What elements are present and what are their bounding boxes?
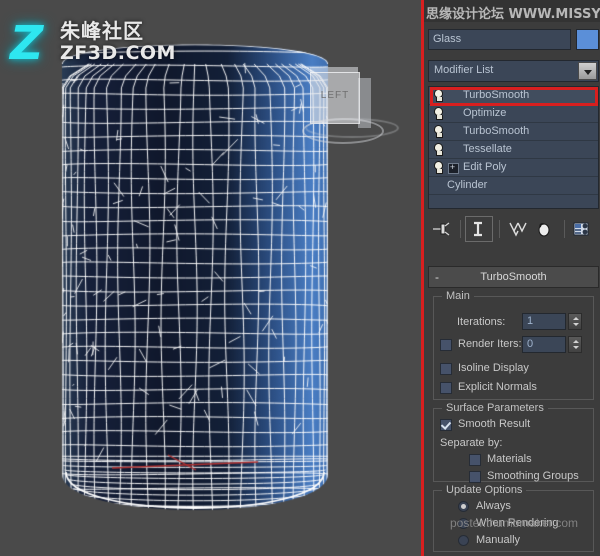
stack-row-edit-poly[interactable]: Edit Poly xyxy=(429,159,598,177)
main-group: Main Iterations: 1 Render Iters: 0 Isoli… xyxy=(433,296,594,400)
expand-spacer xyxy=(447,141,460,158)
modifier-list-dropdown[interactable]: Modifier List xyxy=(428,60,599,82)
toolbar-separator xyxy=(499,220,500,238)
collapse-icon[interactable]: - xyxy=(435,267,439,287)
update-radio-label: Always xyxy=(476,500,511,512)
viewport[interactable]: Z 朱峰社区 ZF3D.COM LEFT xyxy=(0,0,420,556)
separate-by-label: Separate by: xyxy=(440,437,502,449)
stack-row-label: Cylinder xyxy=(429,177,487,194)
object-name-row: Glass xyxy=(428,29,599,50)
main-group-title: Main xyxy=(442,290,474,302)
logo-chinese-text: 朱峰社区 xyxy=(60,20,144,42)
logo-domain-text: ZF3D.COM xyxy=(60,43,176,64)
isoline-display-checkbox[interactable] xyxy=(440,363,452,375)
stack-row-turbosmooth[interactable]: TurboSmooth xyxy=(429,87,598,105)
object-color-swatch[interactable] xyxy=(576,29,599,50)
expand-spacer xyxy=(447,105,460,122)
stack-row-label: Optimize xyxy=(460,105,506,122)
lightbulb-icon[interactable] xyxy=(429,123,447,140)
smoothing-groups-label: Smoothing Groups xyxy=(487,470,579,482)
stack-row-tessellate[interactable]: Tessellate xyxy=(429,141,598,159)
chevron-down-icon[interactable] xyxy=(578,62,597,80)
expand-spacer xyxy=(447,123,460,140)
make-unique-icon[interactable] xyxy=(504,217,530,241)
materials-label: Materials xyxy=(487,453,532,465)
show-end-result-icon[interactable] xyxy=(465,216,493,242)
smoothing-groups-checkbox[interactable] xyxy=(469,471,481,483)
iterations-spinner[interactable] xyxy=(568,313,582,330)
configure-modifier-sets-icon[interactable] xyxy=(569,217,595,241)
lightbulb-icon[interactable] xyxy=(429,141,447,158)
stack-row-turbosmooth[interactable]: TurboSmooth xyxy=(429,123,598,141)
stack-row-label: TurboSmooth xyxy=(460,123,529,140)
toolbar-separator xyxy=(564,220,565,238)
rollup-title: TurboSmooth xyxy=(480,271,546,283)
viewcube[interactable]: LEFT xyxy=(310,72,372,130)
update-radio-label: Manually xyxy=(476,534,520,546)
stack-row-label: TurboSmooth xyxy=(460,87,529,104)
object-name-input[interactable]: Glass xyxy=(428,29,571,50)
pin-stack-icon[interactable] xyxy=(428,217,454,241)
logo-initial: Z xyxy=(10,20,43,66)
surface-group-title: Surface Parameters xyxy=(442,402,548,414)
render-iters-spinner[interactable] xyxy=(568,336,582,353)
iterations-input[interactable]: 1 xyxy=(522,313,566,330)
render-iters-label: Render Iters: xyxy=(458,338,522,350)
modifier-list-label: Modifier List xyxy=(434,64,493,76)
watermark-panel-top: 思缘设计论坛 WWW.MISSYUAN.COM xyxy=(424,0,600,22)
isoline-display-label: Isoline Display xyxy=(458,362,529,374)
viewcube-label: LEFT xyxy=(311,90,359,101)
smooth-result-checkbox[interactable] xyxy=(440,419,452,431)
watermark-bottom: poster.thumbmaker.com xyxy=(450,516,600,530)
update-radio-always[interactable] xyxy=(458,501,469,512)
lightbulb-icon[interactable] xyxy=(429,105,447,122)
command-panel: 思缘设计论坛 WWW.MISSYUAN.COM Glass Modifier L… xyxy=(421,0,600,556)
lightbulb-icon[interactable] xyxy=(429,159,447,176)
modifier-stack-list[interactable]: TurboSmooth Optimize TurboSmooth Tessellate… xyxy=(428,86,599,209)
viewcube-compass-ring[interactable] xyxy=(302,118,384,144)
smooth-result-label: Smooth Result xyxy=(458,418,530,430)
lightbulb-icon[interactable] xyxy=(429,87,447,104)
render-iters-input[interactable]: 0 xyxy=(522,336,566,353)
update-group-title: Update Options xyxy=(442,484,526,496)
turbosmooth-rollup-header[interactable]: - TurboSmooth xyxy=(428,266,599,288)
watermark-panel-text: 思缘设计论坛 WWW.MISSYUAN.COM xyxy=(426,3,600,22)
expand-plus-icon[interactable] xyxy=(447,159,460,176)
watermark-logo: Z 朱峰社区 ZF3D.COM xyxy=(6,18,156,70)
modifier-stack-toolbar xyxy=(428,215,599,243)
stack-row-optimize[interactable]: Optimize xyxy=(429,105,598,123)
iterations-label: Iterations: xyxy=(457,316,505,328)
stack-row-label: Edit Poly xyxy=(460,159,506,176)
expand-spacer xyxy=(447,87,460,104)
remove-modifier-icon[interactable] xyxy=(532,217,558,241)
render-iters-checkbox[interactable] xyxy=(440,339,452,351)
viewcube-front-face[interactable]: LEFT xyxy=(310,72,360,124)
explicit-normals-checkbox[interactable] xyxy=(440,382,452,394)
materials-checkbox[interactable] xyxy=(469,454,481,466)
stack-row-cylinder[interactable]: Cylinder xyxy=(429,177,598,195)
stack-row-label: Tessellate xyxy=(460,141,512,158)
toolbar-separator xyxy=(460,220,461,238)
update-radio-manually[interactable] xyxy=(458,535,469,546)
surface-parameters-group: Surface Parameters Smooth Result Separat… xyxy=(433,408,594,482)
explicit-normals-label: Explicit Normals xyxy=(458,381,537,393)
